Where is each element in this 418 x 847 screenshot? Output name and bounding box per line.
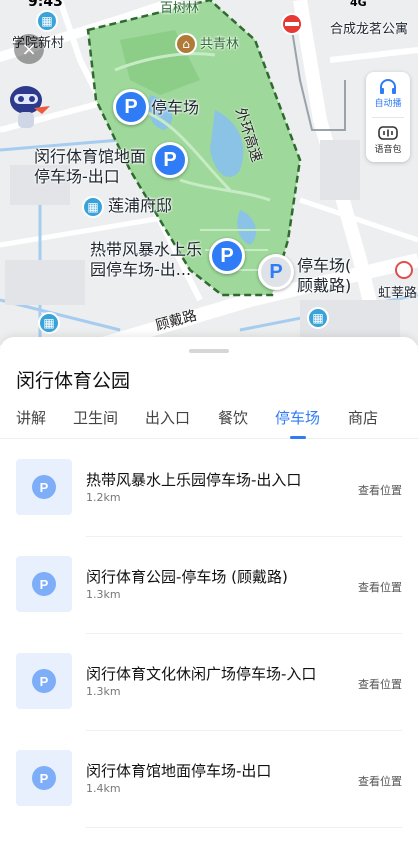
close-icon[interactable]: × <box>14 34 44 64</box>
tab-parking[interactable]: 停车场 <box>275 407 320 428</box>
voice-pack-icon <box>378 125 398 140</box>
residential-icon-lianpu[interactable]: ▦ <box>82 196 104 218</box>
parking-icon: P <box>32 572 56 596</box>
tab-dining[interactable]: 餐饮 <box>218 407 248 428</box>
map-label-lianpu: 莲浦府邸 <box>108 196 173 215</box>
list-item-distance: 1.3km <box>86 588 121 601</box>
parking-pin-gudai[interactable]: P <box>258 254 294 290</box>
list-item[interactable]: P 闵行体育馆地面停车场-出口 1.4km 查看位置 <box>0 731 418 828</box>
voice-pack-label: 语音包 <box>374 144 402 155</box>
residential-icon-sw[interactable]: ▦ <box>38 312 60 334</box>
map-label-gym-parking: 闵行体育馆地面 停车场-出口 <box>34 147 147 186</box>
headphones-icon <box>380 79 396 95</box>
list-item-distance: 1.4km <box>86 782 121 795</box>
view-location-button[interactable]: 查看位置 <box>358 676 402 692</box>
voice-pack-button[interactable]: 语音包 <box>366 117 410 162</box>
status-signal: 4G <box>350 0 367 9</box>
drag-handle[interactable] <box>189 349 229 353</box>
tab-shop[interactable]: 商店 <box>348 407 378 428</box>
landmark-icon[interactable]: ⌂ <box>175 33 197 55</box>
residential-icon-se[interactable]: ▦ <box>307 307 329 329</box>
tab-explain[interactable]: 讲解 <box>16 407 46 428</box>
auto-play-button[interactable]: 自动播 <box>366 72 410 117</box>
list-item-name: 闵行体育公园-停车场 (顾戴路) <box>86 568 288 586</box>
list-item[interactable]: P 闵行体育文化休闲广场停车场-入口 1.3km 查看位置 <box>0 634 418 731</box>
bottom-sheet: 闵行体育公园 讲解 卫生间 出入口 餐饮 停车场 商店 P 热带风暴水上乐园停车… <box>0 337 418 847</box>
parking-pin-main[interactable]: P <box>113 89 149 125</box>
map-label-he-cheng-long: 合成龙茗公寓 <box>330 22 409 37</box>
list-item[interactable]: P 热带风暴水上乐园停车场-出入口 1.2km 查看位置 <box>0 440 418 537</box>
map-label-bai-shu-lin: 百树林 <box>160 1 200 16</box>
map-view[interactable]: 9:43 4G 百树林 ⌂ 共青林 合成龙茗公寓 学院新村 ▦ P 停车场 闵行… <box>0 0 418 345</box>
list-item[interactable]: P 闵行体育公园-停车场 (顾戴路) 1.3km 查看位置 <box>0 537 418 634</box>
parking-icon: P <box>32 475 56 499</box>
robot-avatar-icon[interactable] <box>4 80 52 132</box>
map-label-parking-gudai: 停车场( 顾戴路) <box>297 256 352 295</box>
list-item-name: 闵行体育馆地面停车场-出口 <box>86 762 272 780</box>
status-time: 9:43 <box>28 0 63 10</box>
active-tab-indicator <box>290 436 306 439</box>
page-title: 闵行体育公园 <box>16 370 131 392</box>
parking-pin-tropical[interactable]: P <box>209 238 245 274</box>
category-tabs: 讲解 卫生间 出入口 餐饮 停车场 商店 <box>0 405 418 439</box>
parking-icon: P <box>32 766 56 790</box>
map-label-gong-qing-lin: 共青林 <box>200 37 240 52</box>
map-label-parking-main: 停车场 <box>151 98 200 117</box>
list-item-distance: 1.3km <box>86 685 121 698</box>
parking-thumb: P <box>16 459 72 515</box>
row-divider <box>86 827 402 828</box>
view-location-button[interactable]: 查看位置 <box>358 773 402 789</box>
parking-pin-gym[interactable]: P <box>152 142 188 178</box>
view-location-button[interactable]: 查看位置 <box>358 482 402 498</box>
list-item-distance: 1.2km <box>86 491 121 504</box>
parking-thumb: P <box>16 750 72 806</box>
parking-icon: P <box>32 669 56 693</box>
map-controls: 自动播 语音包 <box>366 72 410 162</box>
view-location-button[interactable]: 查看位置 <box>358 579 402 595</box>
map-label-tropical: 热带风暴水上乐 园停车场-出... <box>90 240 203 279</box>
map-label-hongxin: 虹莘路 <box>378 286 418 301</box>
list-item-name: 闵行体育文化休闲广场停车场-入口 <box>86 665 317 683</box>
list-item-name: 热带风暴水上乐园停车场-出入口 <box>86 471 302 489</box>
parking-thumb: P <box>16 556 72 612</box>
tab-entrance[interactable]: 出入口 <box>145 407 190 428</box>
residential-icon[interactable]: ▦ <box>36 10 58 32</box>
parking-thumb: P <box>16 653 72 709</box>
tab-restroom[interactable]: 卫生间 <box>73 407 118 428</box>
auto-play-label: 自动播 <box>374 99 402 110</box>
